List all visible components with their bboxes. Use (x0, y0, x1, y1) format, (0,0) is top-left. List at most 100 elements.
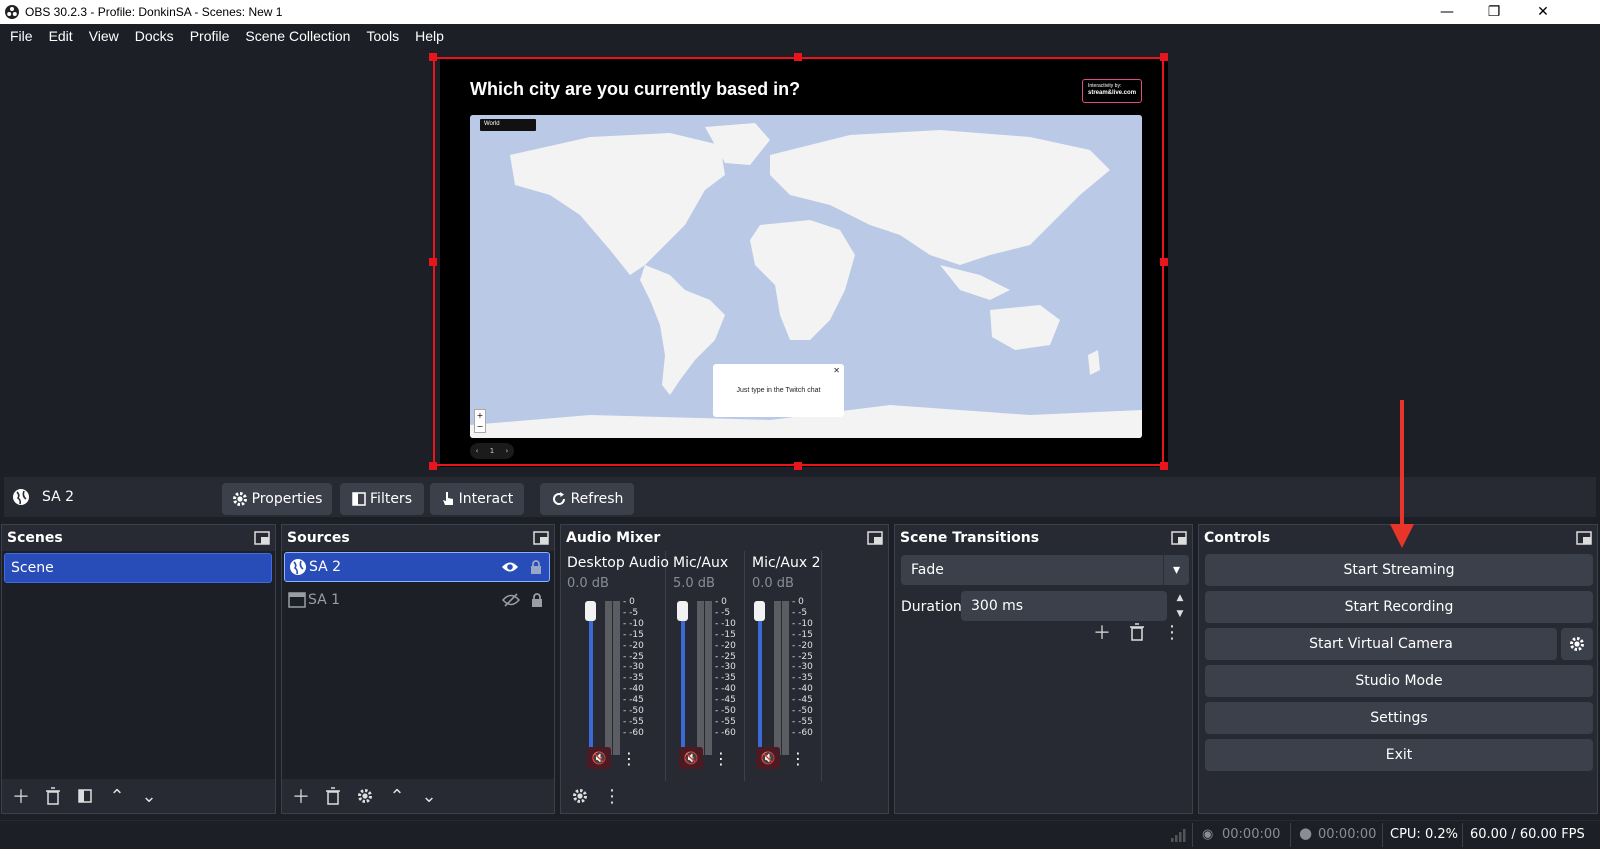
map-zoom-control[interactable]: + − (474, 409, 486, 433)
menu-help[interactable]: Help (407, 24, 452, 48)
record-status-icon: ● (1299, 824, 1313, 842)
fader-knob[interactable] (677, 601, 688, 621)
transition-menu-button[interactable]: ⋮ (1159, 619, 1185, 645)
mixer-channel: Desktop Audio 0.0 dB - 0- -5- -10- -15- … (561, 551, 669, 781)
start-recording-button[interactable]: Start Recording (1205, 591, 1593, 623)
close-window-button[interactable]: ✕ (1520, 0, 1566, 24)
pager-prev-icon[interactable]: ‹ (476, 447, 479, 455)
scenes-list: Scene (2, 551, 275, 779)
move-source-down-button[interactable]: ⌄ (416, 783, 442, 809)
volume-fader[interactable] (681, 611, 685, 755)
interact-button[interactable]: Interact (430, 483, 524, 515)
world-map[interactable]: World + − Just type in the Twitch chat ✕ (470, 115, 1142, 438)
resize-handle[interactable] (429, 258, 437, 266)
undock-icon[interactable] (1576, 531, 1592, 545)
properties-button[interactable]: Properties (222, 483, 332, 515)
pager-next-icon[interactable]: › (506, 447, 509, 455)
scene-filters-button[interactable] (72, 783, 98, 809)
resize-handle[interactable] (1160, 258, 1168, 266)
resize-handle[interactable] (794, 53, 802, 61)
source-row[interactable]: SA 1 (284, 585, 550, 615)
fader-knob[interactable] (585, 601, 596, 621)
undock-icon[interactable] (254, 531, 270, 545)
browser-source-canvas[interactable]: Which city are you currently based in? I… (440, 57, 1168, 467)
duration-input[interactable]: 300 ms (961, 591, 1167, 621)
restore-button[interactable]: ❐ (1471, 0, 1517, 24)
resize-handle[interactable] (429, 53, 437, 61)
visibility-toggle[interactable] (497, 561, 523, 573)
popup-close-icon[interactable]: ✕ (833, 344, 840, 397)
channel-menu-button[interactable]: ⋮ (619, 747, 639, 769)
lock-icon (531, 560, 541, 574)
menu-profile[interactable]: Profile (182, 24, 238, 48)
kebab-menu-icon: ⋮ (621, 748, 637, 768)
remove-scene-button[interactable] (40, 783, 66, 809)
interact-label: Interact (458, 491, 514, 507)
resize-handle[interactable] (794, 462, 802, 470)
menu-edit[interactable]: Edit (41, 24, 81, 48)
map-pager[interactable]: ‹ 1 › (470, 443, 514, 459)
fader-knob[interactable] (754, 601, 765, 621)
mute-button[interactable]: 🔇 (756, 747, 780, 769)
volume-fader[interactable] (758, 611, 762, 755)
add-scene-button[interactable]: ＋ (8, 783, 34, 809)
preview-area[interactable]: Which city are you currently based in? I… (4, 49, 1596, 473)
add-transition-button[interactable]: ＋ (1089, 619, 1115, 645)
mute-button[interactable]: 🔇 (587, 747, 611, 769)
move-scene-down-button[interactable]: ⌄ (136, 783, 162, 809)
mute-button[interactable]: 🔇 (679, 747, 703, 769)
channel-volume-db: 0.0 dB (567, 576, 609, 591)
duration-label: Duration (901, 599, 962, 615)
move-scene-up-button[interactable]: ⌃ (104, 783, 130, 809)
channel-menu-button[interactable]: ⋮ (711, 747, 731, 769)
studio-mode-button[interactable]: Studio Mode (1205, 665, 1593, 697)
status-bar: ◉ 00:00:00 ● 00:00:00 CPU: 0.2% 60.00 / … (0, 820, 1600, 849)
hand-pointer-icon (442, 492, 453, 505)
transition-select[interactable]: Fade ▾ (901, 555, 1189, 585)
menu-docks[interactable]: Docks (127, 24, 182, 48)
level-meter (605, 601, 612, 755)
lock-icon (532, 593, 542, 607)
start-virtual-camera-button[interactable]: Start Virtual Camera (1205, 628, 1557, 660)
menu-scene-collection[interactable]: Scene Collection (237, 24, 358, 48)
kebab-menu-icon: ⋮ (603, 785, 621, 807)
menu-view[interactable]: View (81, 24, 127, 48)
duration-increment[interactable]: ▲ (1171, 591, 1189, 605)
filter-icon (78, 789, 92, 803)
undock-icon[interactable] (533, 531, 549, 545)
lock-toggle[interactable] (523, 560, 549, 574)
menu-tools[interactable]: Tools (358, 24, 407, 48)
source-properties-button[interactable] (352, 783, 378, 809)
scene-transitions-dock: Scene Transitions Fade ▾ Duration 300 ms… (894, 524, 1193, 814)
undock-icon[interactable] (1171, 531, 1187, 545)
eye-icon (502, 562, 518, 572)
meter-scale-tick: - -25 (715, 651, 736, 662)
add-source-button[interactable]: ＋ (288, 783, 314, 809)
channel-menu-button[interactable]: ⋮ (788, 747, 808, 769)
scene-item[interactable]: Scene (4, 553, 272, 583)
meter-scale-tick: - -45 (623, 695, 644, 706)
minimize-button[interactable]: — (1424, 0, 1470, 24)
move-source-up-button[interactable]: ⌃ (384, 783, 410, 809)
region-dropdown[interactable]: World (480, 119, 536, 131)
source-row[interactable]: SA 2 (284, 552, 550, 582)
exit-button[interactable]: Exit (1205, 739, 1593, 771)
resize-handle[interactable] (429, 462, 437, 470)
gear-icon (358, 789, 372, 803)
volume-fader[interactable] (589, 611, 593, 755)
resize-handle[interactable] (1160, 53, 1168, 61)
advanced-audio-button[interactable] (567, 783, 593, 809)
virtual-camera-settings-button[interactable] (1561, 628, 1593, 660)
mixer-menu-button[interactable]: ⋮ (599, 783, 625, 809)
menu-file[interactable]: File (2, 24, 41, 48)
lock-toggle[interactable] (524, 593, 550, 607)
settings-button[interactable]: Settings (1205, 702, 1593, 734)
start-streaming-button[interactable]: Start Streaming (1205, 554, 1593, 586)
resize-handle[interactable] (1160, 462, 1168, 470)
undock-icon[interactable] (867, 531, 883, 545)
visibility-toggle[interactable] (498, 593, 524, 607)
filters-button[interactable]: Filters (340, 483, 424, 515)
refresh-button[interactable]: Refresh (540, 483, 634, 515)
remove-transition-button[interactable] (1124, 619, 1150, 645)
remove-source-button[interactable] (320, 783, 346, 809)
